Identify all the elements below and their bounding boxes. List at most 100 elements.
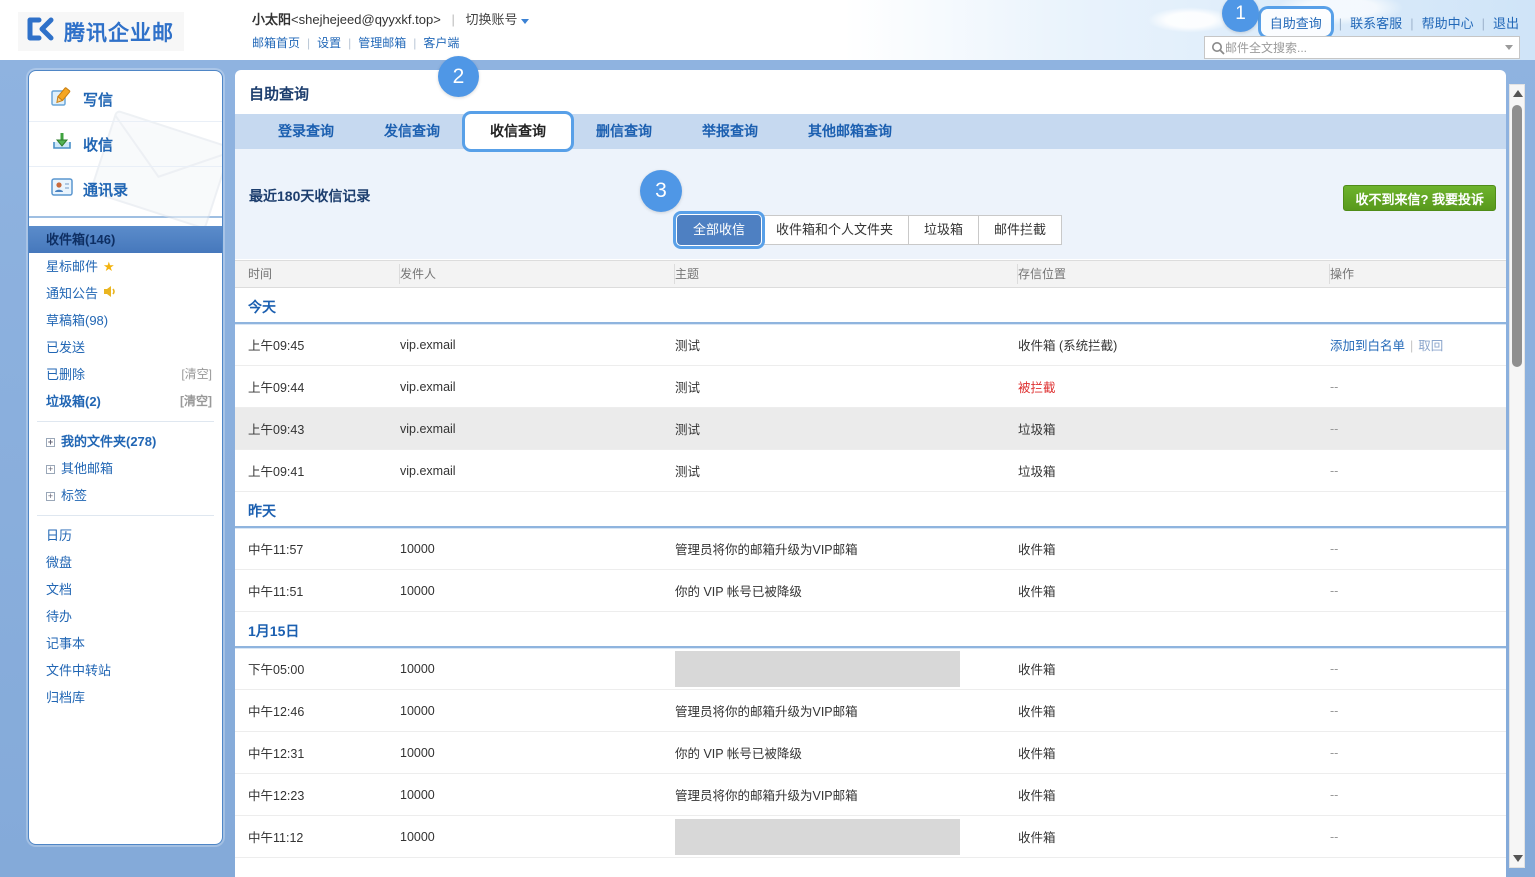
empty-folder-link[interactable]: [清空] (180, 388, 212, 415)
sidebar-tool-1[interactable]: 微盘 (29, 549, 222, 576)
subject-text: 你的 VIP 帐号已被降级 (675, 747, 802, 761)
location-text: 收件箱 (1018, 663, 1056, 677)
nav-link-1[interactable]: 设置 (300, 36, 341, 50)
search-dropdown-icon[interactable] (1505, 45, 1513, 50)
cell-sender: 10000 (400, 788, 675, 802)
sidebar-folder-0[interactable]: 收件箱(146) (29, 226, 222, 253)
scroll-down-icon[interactable] (1513, 855, 1523, 862)
sidebar-tool-5[interactable]: 文件中转站 (29, 657, 222, 684)
expand-icon[interactable] (46, 438, 55, 447)
sidebar-tree-0[interactable]: 我的文件夹(278) (29, 428, 222, 455)
vertical-scrollbar[interactable] (1509, 84, 1525, 868)
table-row: 中午11:5710000管理员将你的邮箱升级为VIP邮箱收件箱-- (235, 528, 1506, 570)
sidebar-tool-6[interactable]: 归档库 (29, 684, 222, 711)
expand-icon[interactable] (46, 492, 55, 501)
no-action-dash: -- (1330, 422, 1338, 436)
search-input[interactable] (1225, 41, 1499, 55)
folder-label: 通知公告 (46, 286, 98, 301)
tree-list: 我的文件夹(278) 其他邮箱标签 (29, 428, 222, 509)
sidebar-tree-1[interactable]: 其他邮箱 (29, 455, 222, 482)
subject-text: 你的 VIP 帐号已被降级 (675, 585, 802, 599)
sidebar-folder-6[interactable]: 垃圾箱(2) [清空] (29, 388, 222, 415)
table-row: 上午09:44vip.exmail测试被拦截-- (235, 366, 1506, 408)
annotation-step-3: 3 (640, 170, 682, 212)
cell-actions: 添加到白名单 | 取回 (1330, 335, 1506, 354)
cell-actions: -- (1330, 464, 1506, 478)
complaint-button[interactable]: 收不到来信? 我要投诉 (1343, 185, 1496, 211)
app-header: 腾讯企业邮 小太阳<shejhejeed@qyyxkf.top> | 切换账号 … (0, 0, 1535, 60)
tab-3[interactable]: 删信查询 (571, 114, 677, 149)
nav-link-0[interactable]: 邮箱首页 (252, 36, 300, 50)
compose-item-2[interactable]: 通讯录 (29, 167, 222, 212)
cell-location: 垃圾箱 (1018, 419, 1330, 438)
tools-list: 日历微盘文档待办记事本文件中转站归档库 (29, 522, 222, 711)
subject-text: 管理员将你的邮箱升级为VIP邮箱 (675, 705, 858, 719)
compose-item-0[interactable]: 写信 (29, 77, 222, 122)
cell-sender: 10000 (400, 662, 675, 676)
cell-time: 中午11:12 (235, 827, 400, 846)
no-action-dash: -- (1330, 380, 1338, 394)
divider: | (1410, 339, 1413, 353)
redacted-subject-block (675, 819, 960, 855)
search-icon (1211, 41, 1225, 55)
switch-account-link[interactable]: 切换账号 (465, 12, 517, 27)
sidebar-folder-1[interactable]: 星标邮件★ (29, 253, 222, 280)
scroll-up-icon[interactable] (1513, 90, 1523, 97)
sidebar-folder-4[interactable]: 已发送 (29, 334, 222, 361)
nav-link-2[interactable]: 管理邮箱 (341, 36, 406, 50)
sidebar-folder-5[interactable]: 已删除[清空] (29, 361, 222, 388)
filter-button-0[interactable]: 全部收信 (677, 215, 761, 245)
compose-label: 写信 (83, 89, 113, 110)
tab-4[interactable]: 举报查询 (677, 114, 783, 149)
top-link-1[interactable]: 联系客服 (1331, 13, 1402, 32)
tree-label: 标签 (61, 488, 87, 503)
no-action-dash: -- (1330, 746, 1338, 760)
sidebar-tool-3[interactable]: 待办 (29, 603, 222, 630)
compose-label: 通讯录 (83, 179, 128, 200)
tab-5[interactable]: 其他邮箱查询 (783, 114, 917, 149)
tree-label: 其他邮箱 (61, 461, 113, 476)
filter-button-3[interactable]: 邮件拦截 (978, 215, 1062, 245)
cell-time: 中午12:46 (235, 701, 400, 720)
sidebar-tree-2[interactable]: 标签 (29, 482, 222, 509)
sidebar-folder-2[interactable]: 通知公告 (29, 280, 222, 307)
location-text: 收件箱 (1018, 705, 1056, 719)
top-link-3[interactable]: 退出 (1474, 13, 1519, 32)
sidebar-tool-0[interactable]: 日历 (29, 522, 222, 549)
column-header-2: 主题 (675, 264, 1018, 284)
top-link-0[interactable]: 自助查询 (1261, 9, 1331, 36)
filter-button-2[interactable]: 垃圾箱 (908, 215, 979, 245)
folder-panel: 收件箱(146)星标邮件★通知公告草稿箱(98)已发送已删除[清空]垃圾箱(2)… (29, 216, 222, 711)
section-title: 最近180天收信记录 (249, 186, 370, 206)
no-action-dash: -- (1330, 830, 1338, 844)
compose-item-1[interactable]: 收信 (29, 122, 222, 167)
expand-icon[interactable] (46, 465, 55, 474)
nav-link-3[interactable]: 客户端 (406, 36, 459, 50)
cell-time: 中午12:31 (235, 743, 400, 762)
cell-location: 收件箱 (1018, 659, 1330, 678)
table-row: 中午12:3110000你的 VIP 帐号已被降级收件箱-- (235, 732, 1506, 774)
user-block: 小太阳<shejhejeed@qyyxkf.top> | 切换账号 邮箱首页设置… (252, 9, 529, 51)
tab-0[interactable]: 登录查询 (253, 114, 359, 149)
contacts-icon (51, 178, 73, 201)
tab-2[interactable]: 收信查询 (465, 114, 571, 149)
location-text: 收件箱 (1018, 543, 1056, 557)
sidebar-tool-2[interactable]: 文档 (29, 576, 222, 603)
filter-button-1[interactable]: 收件箱和个人文件夹 (760, 215, 909, 245)
cell-sender: 10000 (400, 542, 675, 556)
scrollbar-thumb[interactable] (1512, 105, 1522, 367)
user-name: 小太阳 (252, 12, 291, 27)
folder-label: 垃圾箱(2) (46, 394, 101, 409)
cell-actions: -- (1330, 830, 1506, 844)
sidebar-tool-4[interactable]: 记事本 (29, 630, 222, 657)
cell-time: 中午11:51 (235, 581, 400, 600)
top-link-2[interactable]: 帮助中心 (1402, 13, 1473, 32)
group-header: 1月15日 (235, 612, 1506, 648)
empty-folder-link[interactable]: [清空] (181, 361, 212, 388)
table-row: 中午12:4610000管理员将你的邮箱升级为VIP邮箱收件箱-- (235, 690, 1506, 732)
tab-1[interactable]: 发信查询 (359, 114, 465, 149)
sidebar-folder-3[interactable]: 草稿箱(98) (29, 307, 222, 334)
add-whitelist-link[interactable]: 添加到白名单 (1330, 339, 1405, 353)
no-action-dash: -- (1330, 584, 1338, 598)
recall-link[interactable]: 取回 (1418, 339, 1443, 353)
